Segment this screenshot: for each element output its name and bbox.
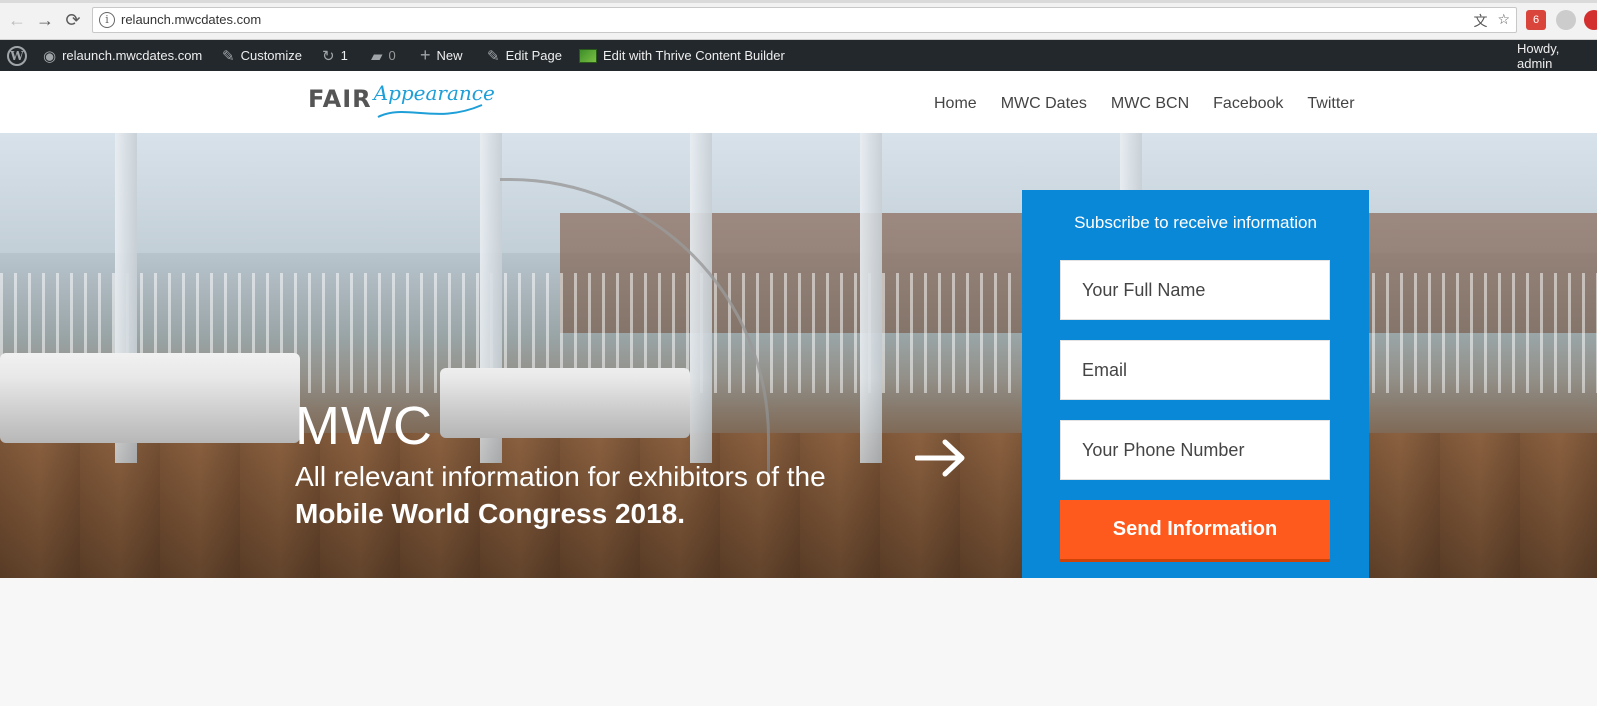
- email-field[interactable]: Email: [1060, 340, 1330, 400]
- phone-field[interactable]: Your Phone Number: [1060, 420, 1330, 480]
- menu-item-facebook[interactable]: Facebook: [1213, 95, 1283, 113]
- site-header: FAIR Appearance Home MWC Dates MWC BCN F…: [0, 71, 1597, 133]
- menu-item-mwc-dates[interactable]: MWC Dates: [1001, 95, 1087, 113]
- updates-count: 1: [340, 48, 348, 63]
- hero-subtitle: All relevant information for exhibitors …: [295, 458, 826, 532]
- updates-link[interactable]: ↻ 1: [322, 40, 348, 71]
- edit-page-label: Edit Page: [505, 48, 562, 63]
- gmail-extension-icon[interactable]: 6: [1526, 10, 1546, 30]
- customize-label: Customize: [240, 48, 302, 63]
- comment-icon: ▰: [371, 47, 383, 65]
- send-information-button[interactable]: Send Information: [1060, 500, 1330, 562]
- hero-subtitle-line2: Mobile World Congress 2018.: [295, 498, 686, 529]
- main-menu: Home MWC Dates MWC BCN Facebook Twitter: [934, 95, 1355, 113]
- plus-icon: +: [420, 45, 431, 65]
- subscribe-form: Subscribe to receive information Your Fu…: [1022, 190, 1369, 608]
- site-info-icon[interactable]: i: [99, 12, 115, 28]
- dashboard-icon: ◉: [43, 47, 57, 65]
- tab-strip: [0, 0, 1597, 3]
- new-content-link[interactable]: + New: [420, 40, 463, 71]
- gmail-badge: 6: [1532, 14, 1540, 26]
- translate-icon[interactable]: 文: [1473, 11, 1487, 31]
- brush-icon: ✎: [222, 47, 235, 65]
- menu-item-home[interactable]: Home: [934, 95, 977, 113]
- thrive-icon: [579, 48, 597, 63]
- admin-site-label: relaunch.mwcdates.com: [62, 48, 203, 63]
- url-text[interactable]: relaunch.mwcdates.com: [121, 12, 261, 27]
- wordpress-icon: W: [7, 45, 27, 66]
- hero-subtitle-line1: All relevant information for exhibitors …: [295, 461, 826, 492]
- wp-admin-bar: W ◉ relaunch.mwcdates.com ✎ Customize ↻ …: [0, 40, 1597, 71]
- thrive-builder-link[interactable]: Edit with Thrive Content Builder: [579, 40, 785, 71]
- full-name-field[interactable]: Your Full Name: [1060, 260, 1330, 320]
- comments-link[interactable]: ▰ 0: [371, 40, 396, 71]
- arrow-right-icon: [915, 439, 965, 477]
- subscribe-title: Subscribe to receive information: [1074, 213, 1317, 232]
- thrive-label: Edit with Thrive Content Builder: [603, 48, 785, 63]
- browser-toolbar: ← → ⟳ i relaunch.mwcdates.com 文 ☆ 6: [0, 0, 1597, 40]
- opera-extension-icon[interactable]: [1584, 10, 1597, 30]
- hero-title: MWC: [295, 396, 433, 456]
- back-icon[interactable]: ←: [6, 9, 28, 31]
- edit-page-link[interactable]: ✎ Edit Page: [487, 40, 562, 71]
- new-label: New: [436, 48, 463, 63]
- wp-logo-menu[interactable]: W: [7, 40, 27, 71]
- reload-icon[interactable]: ⟳: [62, 9, 84, 31]
- updates-icon: ↻: [322, 47, 335, 65]
- address-bar[interactable]: i relaunch.mwcdates.com 文 ☆: [92, 7, 1517, 33]
- howdy-label: Howdy, admin: [1517, 40, 1560, 71]
- page-content-area: [0, 578, 1597, 706]
- bookmark-star-icon[interactable]: ☆: [1497, 11, 1510, 31]
- forward-icon[interactable]: →: [34, 9, 56, 31]
- logo-fair-text: FAIR: [308, 85, 372, 113]
- pencil-icon: ✎: [487, 47, 500, 65]
- account-menu[interactable]: Howdy, admin: [1517, 40, 1597, 71]
- menu-item-mwc-bcn[interactable]: MWC BCN: [1111, 95, 1189, 113]
- logo-swoosh-icon: [377, 104, 483, 118]
- admin-site-link[interactable]: ◉ relaunch.mwcdates.com: [43, 40, 202, 71]
- menu-item-twitter[interactable]: Twitter: [1307, 95, 1354, 113]
- comments-count: 0: [388, 48, 396, 63]
- customize-link[interactable]: ✎ Customize: [222, 40, 302, 71]
- extension-icon[interactable]: [1556, 10, 1576, 30]
